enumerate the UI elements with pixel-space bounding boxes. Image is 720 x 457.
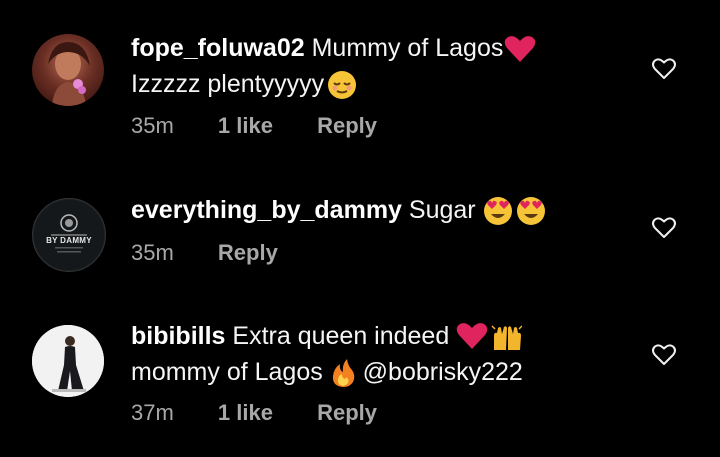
comment-likes[interactable]: 1 like	[218, 400, 273, 426]
comment-text: Extra queen indeed	[232, 322, 450, 350]
comment-time: 37m	[131, 400, 174, 425]
heart-outline-icon[interactable]	[651, 56, 677, 82]
avatar[interactable]	[32, 34, 104, 106]
avatar-logo-text: BY DAMMY	[46, 236, 92, 245]
avatar[interactable]	[32, 325, 104, 397]
reply-button[interactable]: Reply	[317, 400, 377, 426]
comment-item: fope_foluwa02 Mummy of Lagos Izzzzz plen…	[0, 0, 720, 150]
comment-text: Mummy of Lagos	[311, 34, 504, 62]
comment-time: 35m	[131, 240, 174, 265]
heart-eyes-emoji	[483, 197, 545, 226]
red-heart-emoji	[456, 323, 523, 351]
avatar-image	[34, 200, 104, 270]
comment-item: bibibills Extra queen indeed mommy of La…	[0, 300, 720, 457]
heart-outline-icon[interactable]	[651, 342, 677, 368]
reply-button[interactable]: Reply	[317, 113, 377, 139]
comment-likes[interactable]: 1 like	[218, 113, 273, 139]
comment-text: Sugar	[408, 196, 476, 224]
comment-item: BY DAMMY everything_by_dammy Sugar 35m R…	[0, 160, 720, 290]
red-heart-emoji	[505, 36, 536, 63]
raised-hands-emoji	[491, 325, 523, 351]
comment-time: 35m	[131, 113, 174, 138]
comment-mention[interactable]: @bobrisky222	[363, 358, 523, 386]
comment-text-line2: mommy of Lagos	[131, 358, 323, 386]
fire-emoji	[332, 359, 354, 388]
reply-button[interactable]: Reply	[218, 240, 278, 266]
relieved-face-emoji	[328, 71, 357, 100]
comment-text-line2: Izzzzz plentyyyyy	[131, 70, 325, 98]
avatar-image	[48, 42, 90, 106]
comment-username[interactable]: fope_foluwa02	[131, 34, 305, 62]
heart-outline-icon[interactable]	[651, 215, 677, 241]
avatar[interactable]: BY DAMMY	[32, 198, 106, 272]
comment-username[interactable]: bibibills	[131, 322, 225, 350]
comment-username[interactable]: everything_by_dammy	[131, 196, 402, 224]
avatar-image	[32, 325, 104, 397]
